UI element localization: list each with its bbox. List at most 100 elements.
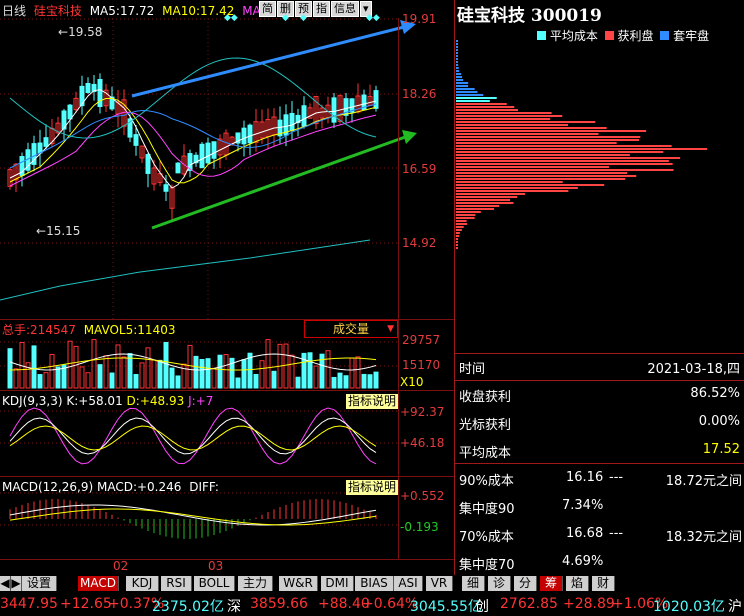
tab-vr[interactable]: VR [426,576,453,591]
macd-diff-line [9,504,377,526]
chevron-down-icon: ▼ [387,324,394,334]
volume-bar [157,359,163,389]
chip-bar [456,145,672,147]
chip-bar [456,88,475,90]
volume-bar [151,359,157,389]
chip-bar [456,193,525,195]
tab-wr[interactable]: W&R [279,576,318,591]
candle-body [301,105,307,127]
volume-bar [355,356,361,389]
lower-trendline-arrow-icon [402,130,417,144]
tab-dmi[interactable]: DMI [321,576,354,591]
volume-bar [127,353,133,389]
kdj-j-value: +7 [195,394,214,408]
toolbar-simple-button[interactable]: 简 [259,1,276,17]
volume-bar [25,362,31,389]
tab-flame[interactable]: 焰 [566,576,589,591]
marker-diamond-icon: ◆◆ [366,13,380,23]
chip-bar [456,148,708,150]
volume-bar [97,364,103,389]
ma5-value: 17.72 [119,4,155,18]
chip-bar [456,70,460,72]
tab-kdj[interactable]: KDJ [126,576,159,591]
candle-body [175,162,181,174]
tab-settings[interactable]: 设置 [22,576,57,591]
volume-bar [295,376,301,389]
volume-header: 总手:214547 MAVOL5:11403 [2,321,175,338]
candle-body [331,97,337,123]
tab-diagnose[interactable]: 诊 [488,576,511,591]
volume-bar [313,365,319,389]
info-cursor-profit-label: 光标获利 [459,418,512,433]
chip-bar [456,241,458,243]
tab-asi[interactable]: ASI [394,576,423,591]
tab-bias[interactable]: BIAS [355,576,394,591]
tab-main-force[interactable]: 主力 [238,576,273,591]
tab-split[interactable]: 分 [514,576,537,591]
candle-body [163,184,169,192]
volume-bar [175,375,181,389]
chip-bar [456,106,515,108]
upper-trendline [131,24,409,98]
volume-bar [325,350,331,389]
toolbar-info-button[interactable]: 信息 [331,1,359,17]
price-axis-label: 18.26 [402,87,437,101]
diff-label: DIFF: [189,480,219,494]
chip-bar [456,91,478,93]
macd-help-button[interactable]: 指标说明 [346,480,399,495]
price-axis-label: 16.59 [402,162,437,176]
candle-body [199,143,205,169]
volume-bar [43,372,49,389]
volume-bar [253,373,259,389]
tab-macd[interactable]: MACD [78,576,119,591]
tab-finance[interactable]: 财 [592,576,615,591]
chip-bar [456,124,568,126]
chip-bar [456,112,552,114]
tab-detail[interactable]: 细 [462,576,485,591]
macd-axis-label: -0.193 [400,520,439,534]
volume-bar [223,354,229,389]
tab-rsi[interactable]: RSI [161,576,192,591]
volume-bar [13,368,19,389]
chip-bar [456,226,464,228]
volume-bar [241,359,247,389]
chip-bar [456,46,458,48]
chip-bar [456,79,464,81]
volume-bar [139,362,145,389]
price-panel[interactable] [0,18,455,320]
kdj-d-value: +48.93 [139,394,185,408]
chip-bar [456,181,563,183]
volume-axis-label: 29757 [402,333,441,347]
low-annotation: ←15.15 [36,224,81,238]
tab-boll[interactable]: BOLL [194,576,235,591]
chip-bar [456,43,458,45]
tab-chips[interactable]: 筹 [540,576,563,591]
tab-scroll-left[interactable]: ◀ [0,576,11,591]
volume-bar [109,372,115,389]
chip-bar [456,139,639,141]
kdj-help-button[interactable]: 指标说明 [346,394,399,409]
macd-value: +0.246 [136,480,182,494]
chip-bar [456,229,462,231]
candle-body [133,134,139,146]
date-axis-label: 02 [113,559,129,573]
ma5-label: MA5: [89,4,120,18]
kdj-j-line [9,407,377,465]
chip-distribution-chart[interactable] [455,20,744,270]
tab-scroll-right[interactable]: ▶ [11,576,22,591]
date-axis-label: 03 [208,559,224,573]
chip-bar [456,55,458,57]
candle-body [247,124,253,144]
volume-bar [133,374,139,389]
volume-bar [7,348,13,389]
info-row-time: 时间 2021-03-18,四 [455,354,744,380]
toolbar-indicator-button[interactable]: 指 [313,1,330,17]
sz-index-name: 深 [227,599,241,615]
candle-body [289,112,295,132]
chip-bar [456,202,514,204]
sh-index-change: +12.65 [60,596,112,612]
price-chart[interactable] [0,18,455,320]
range90-from: 16.16 [566,470,604,485]
info-time-label: 时间 [459,362,486,377]
volume-indicator-dropdown[interactable]: 成交量 ▼ [304,320,398,338]
